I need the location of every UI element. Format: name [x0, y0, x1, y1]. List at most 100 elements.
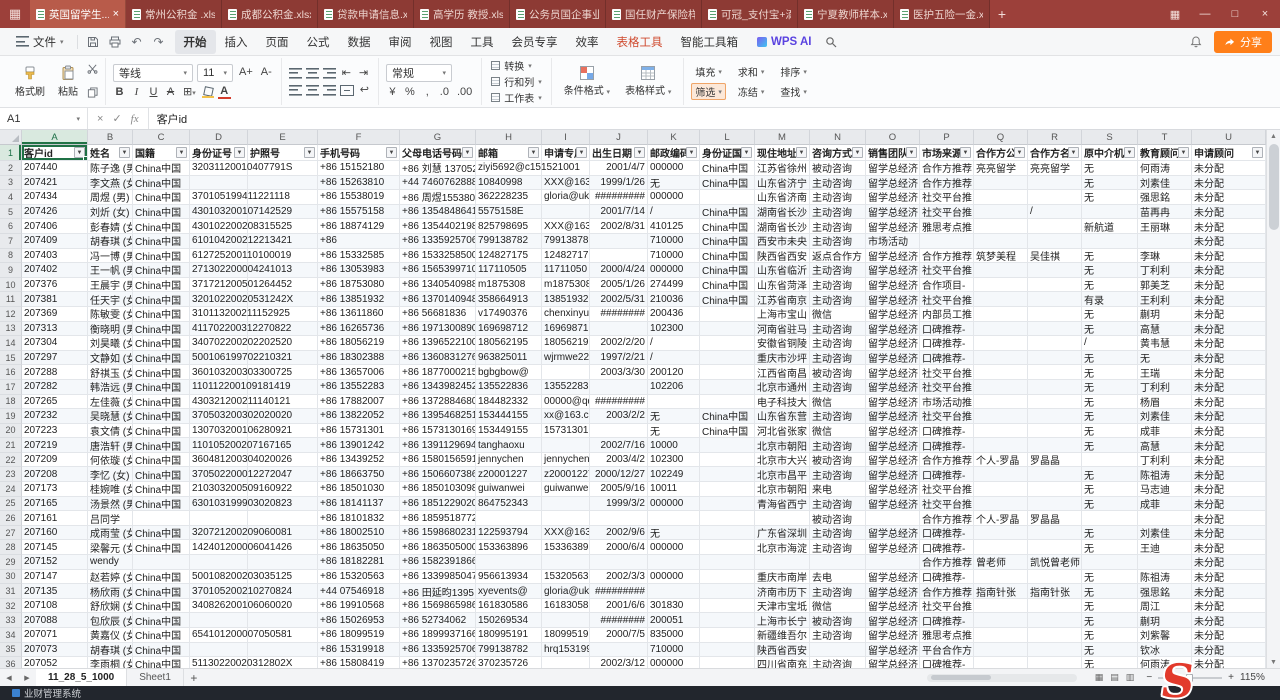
cell-A24[interactable]: 207173 [22, 482, 88, 497]
cell-Q26[interactable]: 个人-罗晶 [974, 511, 1028, 526]
filter-button[interactable]: ▼ [686, 147, 697, 158]
cell-F27[interactable]: +86 18002510 [318, 526, 400, 541]
row-header-4[interactable]: 4 [0, 190, 22, 205]
cell-K21[interactable]: 10000 [648, 438, 700, 453]
scroll-down-icon[interactable]: ▼ [1270, 656, 1277, 668]
cell-O16[interactable]: 留学总经济 [866, 365, 920, 380]
cell-T12[interactable]: 蒯玥 [1138, 307, 1192, 322]
filter-button[interactable]: ▼ [741, 147, 752, 158]
cell-F4[interactable]: +86 15538019 [318, 190, 400, 205]
cell-T23[interactable]: 陈祖涛 [1138, 467, 1192, 482]
cell-F13[interactable]: +86 16265736 [318, 322, 400, 337]
home-icon[interactable]: ▦ [0, 0, 30, 28]
cell-N5[interactable]: 主动咨询 [810, 205, 866, 220]
header-cell-G1[interactable]: 父母电话号码▼ [400, 145, 476, 161]
header-cell-P1[interactable]: 市场来源▼ [920, 145, 974, 161]
cell-I25[interactable] [542, 497, 590, 512]
cell-J13[interactable] [590, 322, 648, 337]
cell-K27[interactable]: 无 [648, 526, 700, 541]
cell-A2[interactable]: 207440 [22, 161, 88, 176]
cell-J7[interactable] [590, 234, 648, 249]
fill-color-button[interactable] [202, 87, 214, 98]
cell-P23[interactable]: 口碑推荐- [920, 467, 974, 482]
cell-H28[interactable]: 153363896 [476, 540, 542, 555]
row-header-11[interactable]: 11 [0, 292, 22, 307]
cell-J32[interactable]: 2001/6/6 [590, 599, 648, 614]
cell-K34[interactable]: 835000 [648, 628, 700, 643]
cell-P28[interactable]: 口碑推荐- [920, 540, 974, 555]
cell-A22[interactable]: 207209 [22, 453, 88, 468]
cell-D2[interactable]: 32031120010407791S [190, 161, 248, 176]
cell-C9[interactable]: China中国 [133, 263, 190, 278]
convert-dropdown[interactable]: 转换▾ [489, 58, 544, 73]
cell-U8[interactable]: 未分配 [1192, 249, 1266, 264]
filter-button[interactable]: ▼ [304, 147, 315, 158]
filter-button[interactable]: ▼ [528, 147, 539, 158]
increase-decimal-button[interactable]: .00 [455, 86, 474, 99]
cell-I6[interactable]: XXX@163.c [542, 219, 590, 234]
cell-L31[interactable] [700, 584, 755, 599]
cell-J26[interactable] [590, 511, 648, 526]
cell-D15[interactable]: 500106199702210321 [190, 351, 248, 366]
cell-C27[interactable]: China中国 [133, 526, 190, 541]
cell-G24[interactable]: +86 1850103098 [400, 482, 476, 497]
cell-C2[interactable]: China中国 [133, 161, 190, 176]
cell-S30[interactable]: 无 [1082, 570, 1138, 585]
cell-H14[interactable]: 180562195 [476, 336, 542, 351]
cell-G33[interactable]: +86 52734062 [400, 613, 476, 628]
cell-K17[interactable]: 102206 [648, 380, 700, 395]
cell-S16[interactable]: 无 [1082, 365, 1138, 380]
cell-B7[interactable]: 胡春琪 (女 [88, 234, 133, 249]
cell-I14[interactable]: 18056219E [542, 336, 590, 351]
row-header-9[interactable]: 9 [0, 263, 22, 278]
cell-R19[interactable] [1028, 409, 1082, 424]
cell-N32[interactable]: 微信 [810, 599, 866, 614]
cell-K20[interactable]: 无 [648, 424, 700, 439]
cell-B16[interactable]: 舒祺玉 (女 [88, 365, 133, 380]
menu-tab[interactable]: 效率 [567, 30, 608, 54]
cell-A29[interactable]: 207152 [22, 555, 88, 570]
cell-Q23[interactable] [974, 467, 1028, 482]
cell-M2[interactable]: 江苏省徐州 [755, 161, 810, 176]
cell-I27[interactable]: XXX@163.c [542, 526, 590, 541]
cell-C15[interactable]: China中国 [133, 351, 190, 366]
filter-button[interactable]: ▼ [634, 147, 645, 158]
cell-K10[interactable]: 274499 [648, 278, 700, 293]
cell-P4[interactable]: 社交平台推 [920, 190, 974, 205]
cell-O2[interactable]: 留学总经济 [866, 161, 920, 176]
cell-N21[interactable]: 主动咨询 [810, 438, 866, 453]
cell-I24[interactable]: guiwanwei [542, 482, 590, 497]
cell-H11[interactable]: 358664913 [476, 292, 542, 307]
cell-H20[interactable]: 153449155 [476, 424, 542, 439]
cell-A20[interactable]: 207223 [22, 424, 88, 439]
cell-L10[interactable]: China中国 [700, 278, 755, 293]
cell-T22[interactable]: 丁利利 [1138, 453, 1192, 468]
sort-dropdown[interactable]: 排序▾ [776, 63, 811, 80]
scroll-up-icon[interactable]: ▲ [1270, 130, 1277, 142]
column-header-T[interactable]: T [1138, 130, 1192, 145]
cell-D33[interactable] [190, 613, 248, 628]
cell-H13[interactable]: 169698712 [476, 322, 542, 337]
cell-F34[interactable]: +86 18099519 [318, 628, 400, 643]
cell-E35[interactable] [248, 643, 318, 658]
cell-F24[interactable]: +86 18501030 [318, 482, 400, 497]
cell-L13[interactable] [700, 322, 755, 337]
borders-button[interactable]: ⊞▾ [181, 86, 198, 100]
cell-D10[interactable]: 371721200501264452 [190, 278, 248, 293]
cell-P27[interactable]: 口碑推荐- [920, 526, 974, 541]
cell-F32[interactable]: +86 19910568 [318, 599, 400, 614]
cell-M28[interactable]: 北京市海淀 [755, 540, 810, 555]
cell-P9[interactable]: 社交平台推 [920, 263, 974, 278]
cell-A16[interactable]: 207288 [22, 365, 88, 380]
cell-Q13[interactable] [974, 322, 1028, 337]
cell-H18[interactable]: 184482332 [476, 395, 542, 410]
cell-Q3[interactable] [974, 176, 1028, 191]
column-header-M[interactable]: M [755, 130, 810, 145]
cell-U24[interactable]: 未分配 [1192, 482, 1266, 497]
sheet-tab[interactable]: Sheet1 [127, 669, 184, 686]
cell-P15[interactable]: 口碑推荐- [920, 351, 974, 366]
cell-F30[interactable]: +86 15320563 [318, 570, 400, 585]
cell-J3[interactable]: 1999/1/26 [590, 176, 648, 191]
cell-A3[interactable]: 207421 [22, 176, 88, 191]
cell-D25[interactable]: 630103199903020823 [190, 497, 248, 512]
